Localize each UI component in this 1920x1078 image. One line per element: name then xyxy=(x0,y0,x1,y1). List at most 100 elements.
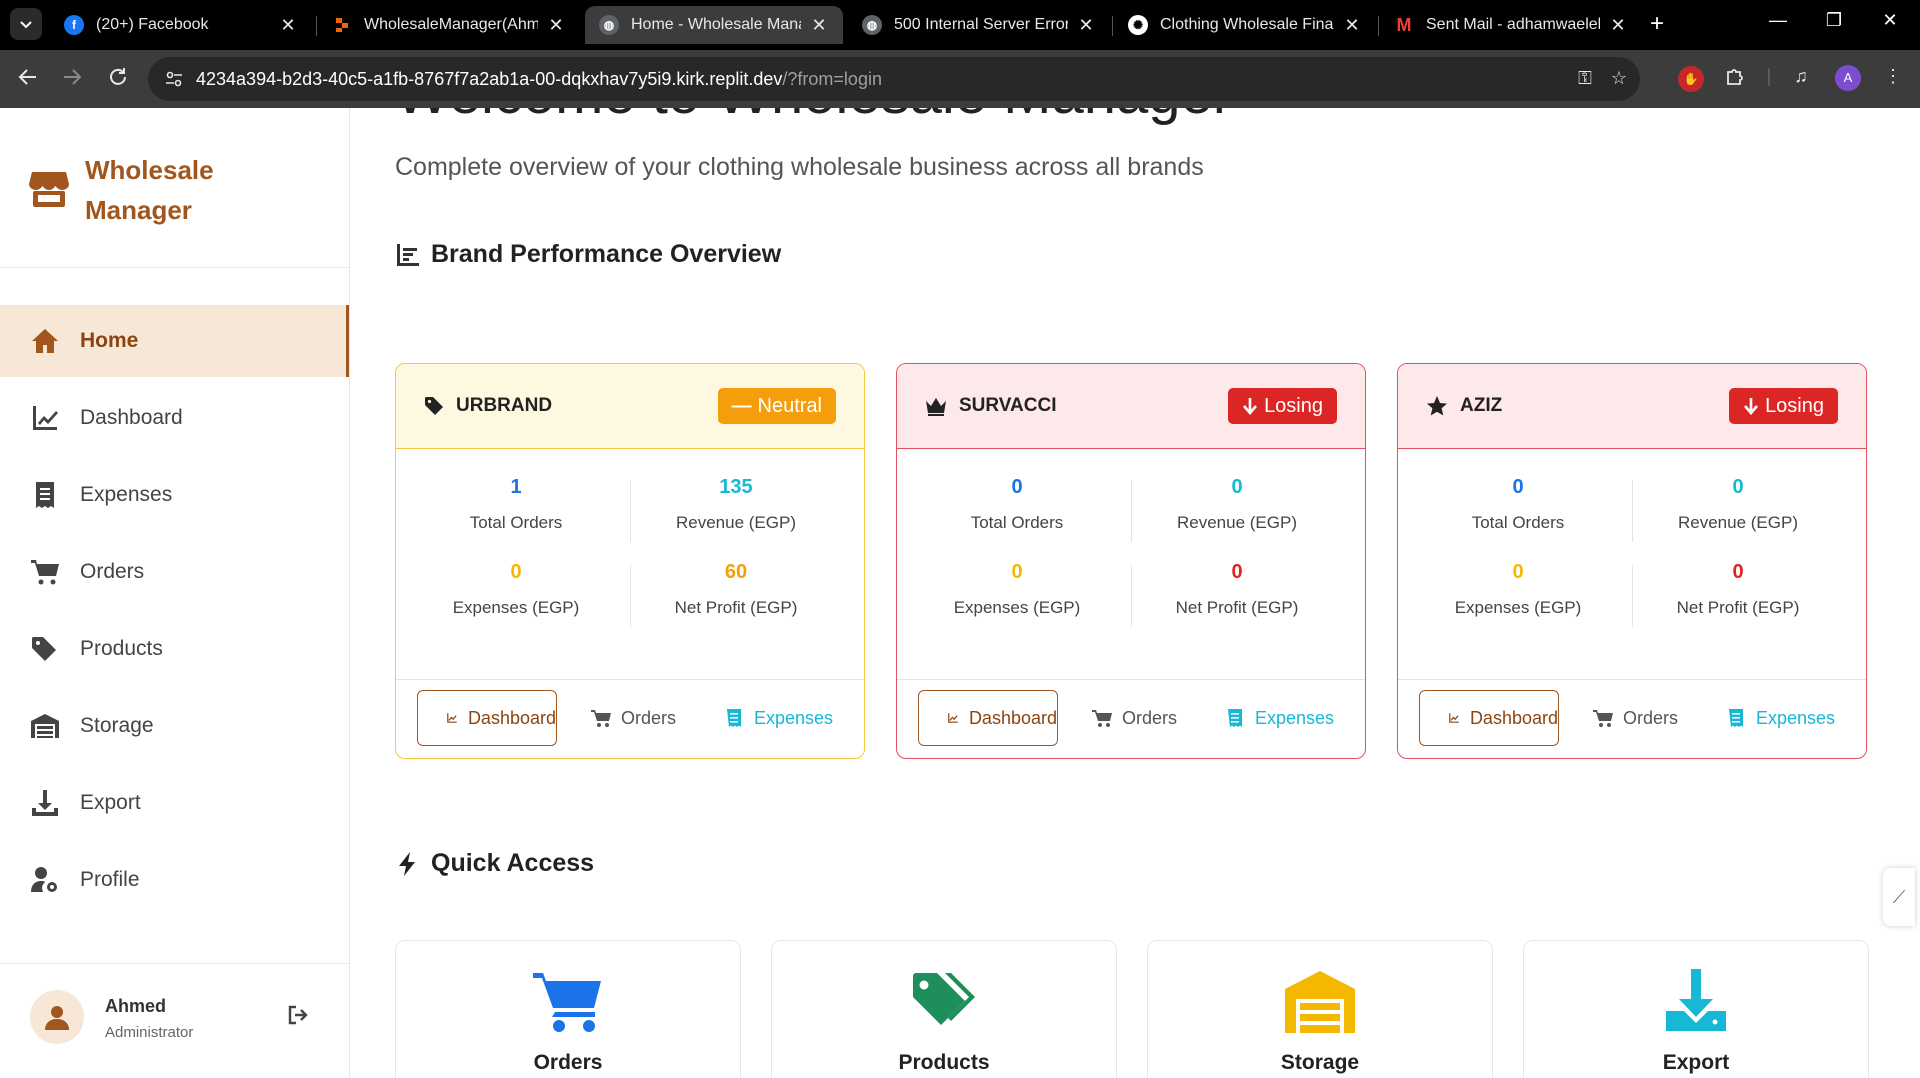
sidebar-item-dashboard[interactable]: Dashboard xyxy=(0,382,349,454)
stat-value: 135 xyxy=(719,476,753,498)
stat-label: Expenses (EGP) xyxy=(452,598,580,617)
status-text: Neutral xyxy=(757,394,822,417)
quick-access-products[interactable]: Products xyxy=(771,940,1117,1078)
brand-dashboard-button[interactable]: Dashboard xyxy=(1419,690,1559,746)
stat-label: Expenses (EGP) xyxy=(1454,598,1582,617)
store-icon xyxy=(29,172,69,207)
brand-dashboard-button[interactable]: Dashboard xyxy=(417,690,557,746)
tab-facebook[interactable]: f (20+) Facebook ✕ xyxy=(50,6,312,44)
sidebar-item-expenses[interactable]: Expenses xyxy=(0,459,349,531)
button-label: Expenses xyxy=(754,707,834,728)
brand-expenses-button[interactable]: Expenses xyxy=(724,690,833,746)
sidebar-item-label: Profile xyxy=(80,868,140,891)
stat-value: 60 xyxy=(724,561,748,583)
brand-name[interactable]: Wholesale Manager xyxy=(85,150,285,230)
user-panel: Ahmed Administrator xyxy=(0,963,349,1078)
user-role: Administrator xyxy=(105,1024,194,1041)
logout-icon[interactable] xyxy=(287,1004,309,1026)
stat-expenses: 0 Expenses (EGP) xyxy=(907,561,1127,618)
sidebar-item-label: Orders xyxy=(80,560,145,583)
stat-expenses: 0 Expenses (EGP) xyxy=(406,561,626,618)
replit-icon xyxy=(332,15,352,35)
warehouse-icon xyxy=(1285,971,1355,1033)
brand-name: SURVACCI xyxy=(959,395,1057,416)
status-text: Losing xyxy=(1264,394,1323,417)
forward-button[interactable] xyxy=(58,66,86,94)
url-host: 4234a394-b2d3-40c5-a1fb-8767f7a2ab1a-00-… xyxy=(196,69,783,89)
tab-home-active[interactable]: ◍ Home - Wholesale Manage ✕ xyxy=(585,6,843,44)
sidebar-item-label: Products xyxy=(80,637,163,660)
close-tab-icon[interactable]: ✕ xyxy=(1076,15,1096,36)
back-button[interactable] xyxy=(14,66,42,94)
sidebar-item-orders[interactable]: Orders xyxy=(0,536,349,608)
quick-access-export[interactable]: Export xyxy=(1523,940,1869,1078)
media-controls-icon[interactable]: ♫ xyxy=(1788,66,1814,92)
site-settings-icon[interactable] xyxy=(164,69,184,89)
sidebar-item-products[interactable]: Products xyxy=(0,613,349,685)
brand-orders-button[interactable]: Orders xyxy=(1593,690,1678,746)
stat-revenue: 135 Revenue (EGP) xyxy=(626,476,846,533)
url-path: /?from=login xyxy=(782,69,882,89)
reload-button[interactable] xyxy=(104,66,132,94)
sidebar-item-label: Export xyxy=(80,791,141,814)
sidebar-item-profile[interactable]: Profile xyxy=(0,844,349,916)
tags-icon xyxy=(32,637,56,661)
sidebar-item-home[interactable]: Home xyxy=(0,305,349,377)
brand-expenses-button[interactable]: Expenses xyxy=(1726,690,1835,746)
brand-orders-button[interactable]: Orders xyxy=(1092,690,1177,746)
close-tab-icon[interactable]: ✕ xyxy=(1608,15,1628,36)
sidebar-item-export[interactable]: Export xyxy=(0,767,349,839)
sidebar-item-storage[interactable]: Storage xyxy=(0,690,349,762)
close-tab-icon[interactable]: ✕ xyxy=(546,15,566,36)
quick-access-storage[interactable]: Storage xyxy=(1147,940,1493,1078)
restore-button[interactable]: ❐ xyxy=(1814,10,1854,31)
close-tab-icon[interactable]: ✕ xyxy=(809,15,829,36)
sidebar-item-label: Dashboard xyxy=(80,406,183,429)
extensions-puzzle-icon[interactable] xyxy=(1722,66,1748,92)
close-tab-icon[interactable]: ✕ xyxy=(1342,15,1362,36)
arrow-down-icon xyxy=(1243,398,1258,415)
side-panel-handle[interactable]: ⟋ xyxy=(1883,868,1915,926)
facebook-icon: f xyxy=(64,15,84,35)
quick-access-orders[interactable]: Orders xyxy=(395,940,741,1078)
minimize-button[interactable]: — xyxy=(1758,10,1798,31)
tab-search-button[interactable] xyxy=(10,8,42,40)
arrow-down-icon xyxy=(1744,398,1759,415)
download-icon xyxy=(32,790,58,816)
stat-value: 0 xyxy=(1011,561,1023,583)
new-tab-button[interactable]: + xyxy=(1650,12,1664,36)
user-name: Ahmed xyxy=(105,996,167,1016)
stat-value: 0 xyxy=(1231,476,1243,498)
bookmark-star-icon[interactable]: ☆ xyxy=(1608,68,1630,90)
password-key-icon[interactable]: ⚿ xyxy=(1574,68,1596,90)
address-bar[interactable]: 4234a394-b2d3-40c5-a1fb-8767f7a2ab1a-00-… xyxy=(148,57,1640,101)
tab-chatgpt[interactable]: ✺ Clothing Wholesale Financ ✕ xyxy=(1114,6,1376,44)
menu-kebab-icon[interactable]: ⋮ xyxy=(1880,66,1906,92)
section-title-text: Brand Performance Overview xyxy=(431,240,782,268)
stat-revenue: 0 Revenue (EGP) xyxy=(1127,476,1347,533)
stat-value: 0 xyxy=(1231,561,1243,583)
stat-label: Net Profit (EGP) xyxy=(1676,598,1800,617)
close-tab-icon[interactable]: ✕ xyxy=(278,15,298,36)
stat-value: 0 xyxy=(1512,561,1524,583)
user-icon xyxy=(45,1006,69,1030)
stat-total-orders: 0 Total Orders xyxy=(1408,476,1628,533)
brand-orders-button[interactable]: Orders xyxy=(591,690,676,746)
brand-dashboard-button[interactable]: Dashboard xyxy=(918,690,1058,746)
stat-label: Total Orders xyxy=(1471,513,1565,532)
avatar[interactable] xyxy=(30,990,84,1044)
stat-net-profit: 0 Net Profit (EGP) xyxy=(1628,561,1848,618)
quick-access-label: Orders xyxy=(533,1051,603,1074)
cart-icon xyxy=(1092,710,1112,727)
profile-avatar[interactable]: A xyxy=(1835,65,1861,91)
close-window-button[interactable]: ✕ xyxy=(1870,10,1910,31)
tab-gmail[interactable]: M Sent Mail - adhamwaelelk ✕ xyxy=(1380,6,1642,44)
sidebar-nav: Home Dashboard Expenses Orders Products … xyxy=(0,305,349,921)
status-badge: — Neutral xyxy=(717,388,836,424)
tab-replit[interactable]: WholesaleManager(Ahmed ✕ xyxy=(318,6,580,44)
brand-expenses-button[interactable]: Expenses xyxy=(1225,690,1334,746)
tab-500-error[interactable]: ◍ 500 Internal Server Error ✕ xyxy=(848,6,1110,44)
extension-adblock-icon[interactable]: ✋ xyxy=(1678,66,1704,92)
tab-separator xyxy=(316,16,317,36)
receipt-icon xyxy=(1729,709,1743,727)
